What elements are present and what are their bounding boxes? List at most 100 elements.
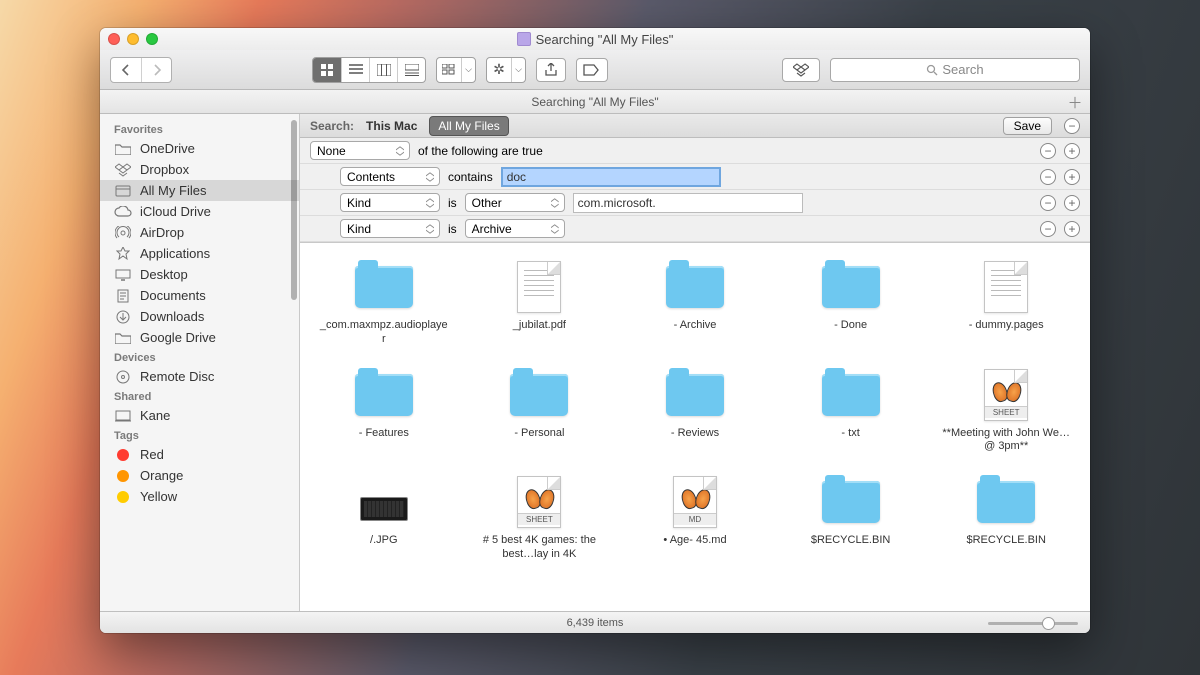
sidebar-item-icloud-drive[interactable]: iCloud Drive [100, 201, 299, 222]
criteria-value-input[interactable]: doc [501, 167, 721, 187]
pages-file-icon [974, 259, 1038, 315]
sidebar-item-label: Desktop [140, 267, 188, 282]
finder-window: Searching "All My Files" [100, 28, 1090, 633]
forward-button[interactable] [141, 58, 171, 82]
downloads-icon [114, 310, 132, 324]
sheet-file-icon: SHEET [974, 367, 1038, 423]
search-icon [926, 64, 938, 76]
criteria-field-dropdown[interactable]: Kind [340, 219, 440, 238]
tab-bar: Searching "All My Files" ＋ [100, 90, 1090, 114]
sidebar-item-applications[interactable]: Applications [100, 243, 299, 264]
criteria-field-dropdown[interactable]: Contents [340, 167, 440, 186]
sidebar-item-downloads[interactable]: Downloads [100, 306, 299, 327]
file-label: # 5 best 4K games: the best…lay in 4K [474, 534, 604, 562]
sidebar-item-google-drive[interactable]: Google Drive [100, 327, 299, 348]
sidebar-item-airdrop[interactable]: AirDrop [100, 222, 299, 243]
file-item[interactable]: - Features [308, 363, 460, 459]
save-search-button[interactable]: Save [1003, 117, 1052, 135]
sidebar-item-yellow[interactable]: Yellow [100, 486, 299, 507]
tags-button[interactable] [576, 58, 608, 82]
file-item[interactable]: - Archive [619, 255, 771, 351]
sidebar-item-orange[interactable]: Orange [100, 465, 299, 486]
sidebar-item-documents[interactable]: Documents [100, 285, 299, 306]
file-item[interactable]: MD• Age- 45.md [619, 470, 771, 566]
airdrop-icon [114, 226, 132, 240]
remove-criteria-button[interactable]: − [1040, 221, 1056, 237]
sidebar: FavoritesOneDriveDropboxAll My FilesiClo… [100, 114, 300, 611]
results-grid[interactable]: _com.maxmpz.audioplayer_jubilat.pdf - Arc… [300, 243, 1090, 611]
slider-thumb[interactable] [1042, 617, 1055, 630]
file-item[interactable]: $RECYCLE.BIN [930, 470, 1082, 566]
file-label: - Archive [674, 319, 717, 333]
remove-criteria-button[interactable]: − [1040, 143, 1056, 159]
sidebar-item-kane[interactable]: Kane [100, 405, 299, 426]
dropbox-toolbar-button[interactable] [782, 58, 820, 82]
add-criteria-button[interactable]: + [1064, 143, 1080, 159]
toolbar: ⌵ ✲ ⌵ Search [100, 50, 1090, 90]
criteria-field-dropdown[interactable]: Kind [340, 193, 440, 212]
new-tab-button[interactable]: ＋ [1066, 93, 1084, 111]
file-item[interactable]: SHEET**Meeting with John We…@ 3pm** [930, 363, 1082, 459]
sidebar-item-all-my-files[interactable]: All My Files [100, 180, 299, 201]
arrange-dropdown[interactable]: ⌵ [436, 57, 476, 83]
search-scope-bar: Search: This Mac All My Files Save − [300, 114, 1090, 138]
file-item[interactable]: /.JPG [308, 470, 460, 566]
action-dropdown[interactable]: ✲ ⌵ [486, 57, 526, 83]
criteria-value-dropdown[interactable]: Other [465, 193, 565, 212]
folder-icon [663, 259, 727, 315]
scope-this-mac[interactable]: This Mac [366, 119, 417, 133]
sidebar-item-onedrive[interactable]: OneDrive [100, 138, 299, 159]
file-label: $RECYCLE.BIN [966, 534, 1045, 548]
titlebar[interactable]: Searching "All My Files" [100, 28, 1090, 50]
icon-view-button[interactable] [313, 58, 341, 82]
sidebar-item-desktop[interactable]: Desktop [100, 264, 299, 285]
sidebar-item-remote-disc[interactable]: Remote Disc [100, 366, 299, 387]
column-view-button[interactable] [369, 58, 397, 82]
file-item[interactable]: - dummy.pages [930, 255, 1082, 351]
file-label: - Personal [514, 427, 564, 441]
sidebar-item-label: OneDrive [140, 141, 195, 156]
main-area: Search: This Mac All My Files Save − Non… [300, 114, 1090, 611]
remove-scope-button[interactable]: − [1064, 118, 1080, 134]
coverflow-view-button[interactable] [397, 58, 425, 82]
zoom-window-button[interactable] [146, 33, 158, 45]
criteria-op: is [448, 196, 457, 210]
file-item[interactable]: - Done [775, 255, 927, 351]
add-criteria-button[interactable]: + [1064, 195, 1080, 211]
file-item[interactable]: - Personal [464, 363, 616, 459]
file-item[interactable]: _jubilat.pdf [464, 255, 616, 351]
back-button[interactable] [111, 58, 141, 82]
file-item[interactable]: - txt [775, 363, 927, 459]
file-item[interactable]: - Reviews [619, 363, 771, 459]
icon-size-slider[interactable] [988, 617, 1078, 629]
computer-icon [114, 409, 132, 423]
criteria-field-dropdown[interactable]: None [310, 141, 410, 160]
sidebar-header: Tags [100, 426, 299, 444]
search-field[interactable]: Search [830, 58, 1080, 82]
search-placeholder: Search [942, 62, 983, 77]
criteria-value-dropdown[interactable]: Archive [465, 219, 565, 238]
share-button[interactable] [536, 58, 566, 82]
sidebar-item-red[interactable]: Red [100, 444, 299, 465]
scope-all-my-files[interactable]: All My Files [429, 116, 508, 136]
file-item[interactable]: _com.maxmpz.audioplayer [308, 255, 460, 351]
remove-criteria-button[interactable]: − [1040, 169, 1056, 185]
close-window-button[interactable] [108, 33, 120, 45]
file-label: /.JPG [370, 534, 398, 548]
minimize-window-button[interactable] [127, 33, 139, 45]
sidebar-scrollbar[interactable] [291, 120, 297, 300]
sidebar-item-dropbox[interactable]: Dropbox [100, 159, 299, 180]
folder-icon [114, 142, 132, 156]
folder-icon [819, 259, 883, 315]
add-criteria-button[interactable]: + [1064, 221, 1080, 237]
file-item[interactable]: $RECYCLE.BIN [775, 470, 927, 566]
window-title: Searching "All My Files" [536, 32, 674, 47]
item-count: 6,439 items [567, 617, 624, 629]
tab-title[interactable]: Searching "All My Files" [531, 95, 658, 109]
list-view-button[interactable] [341, 58, 369, 82]
file-item[interactable]: SHEET# 5 best 4K games: the best…lay in … [464, 470, 616, 566]
add-criteria-button[interactable]: + [1064, 169, 1080, 185]
tag-icon [114, 469, 132, 483]
remove-criteria-button[interactable]: − [1040, 195, 1056, 211]
criteria-value-input[interactable]: com.microsoft. [573, 193, 803, 213]
